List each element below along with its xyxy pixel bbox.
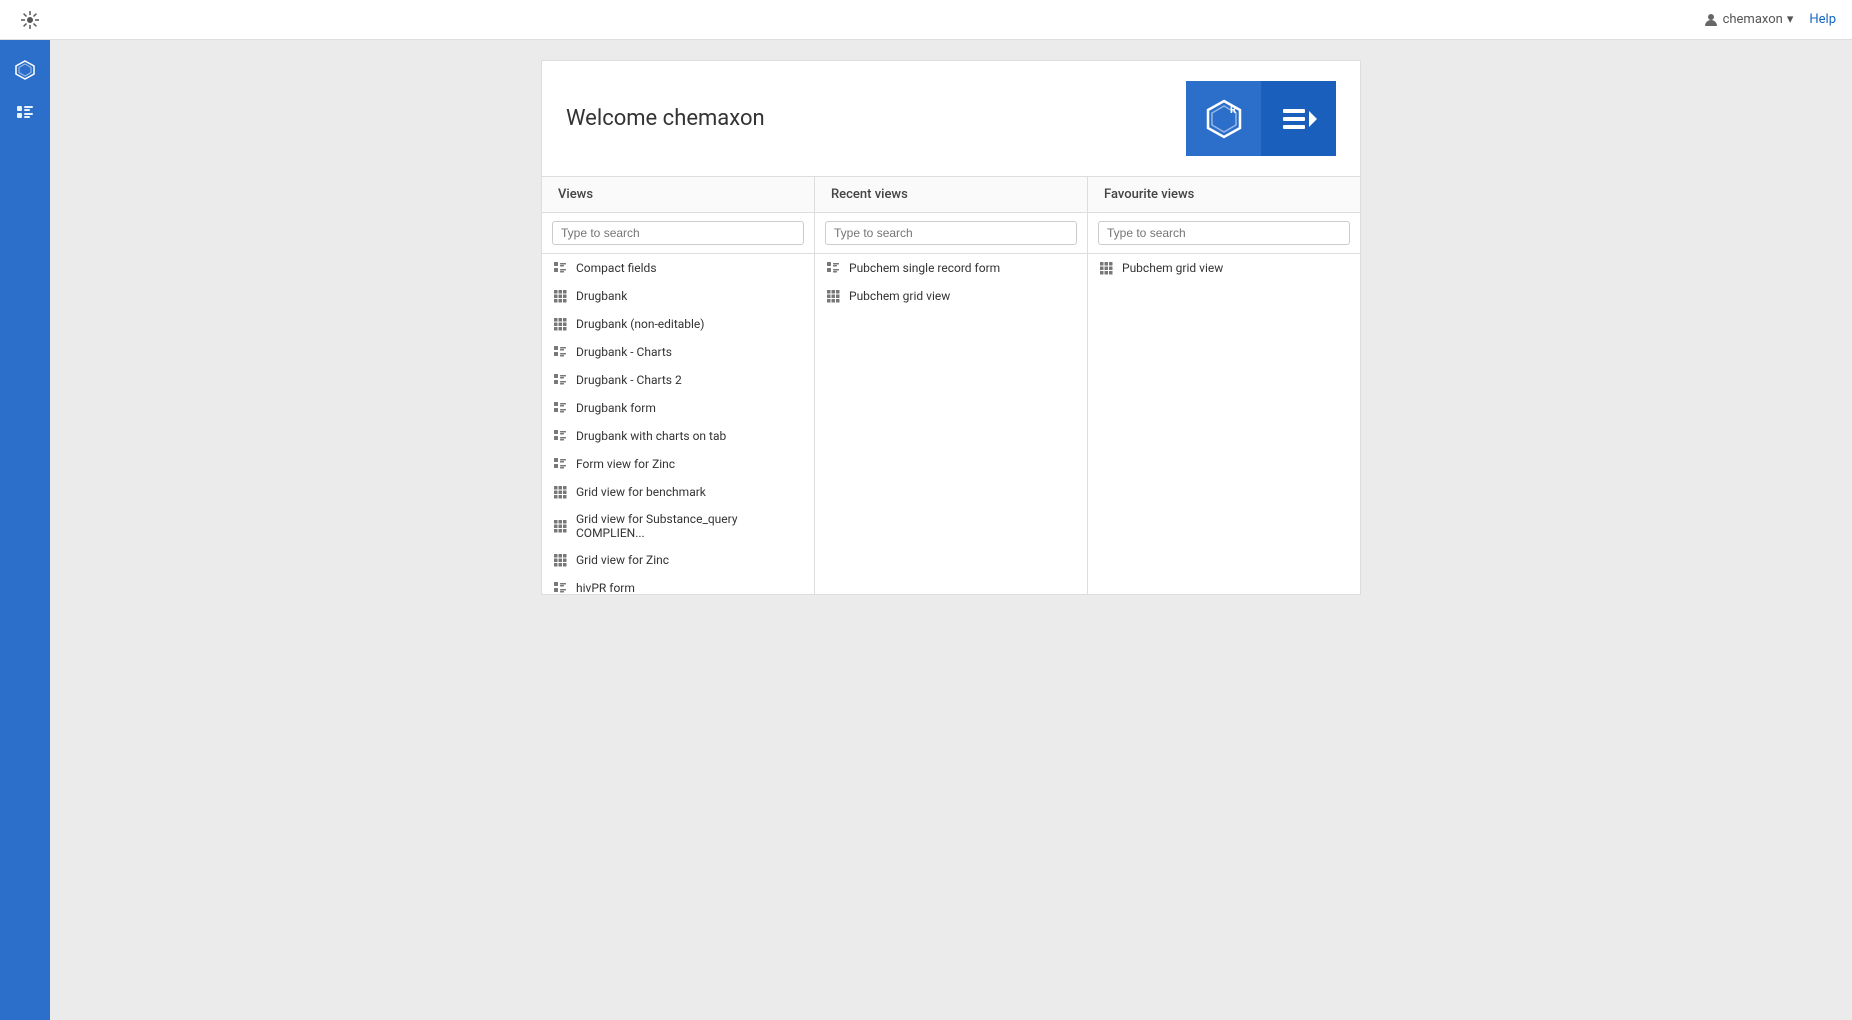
list-item[interactable]: Compact fields [542,254,814,282]
top-navigation: chemaxon ▾ Help [0,0,1852,40]
help-link[interactable]: Help [1809,12,1836,27]
list-item[interactable]: Pubchem grid view [815,282,1087,310]
top-nav-left [16,6,44,34]
view-item-label: Drugbank [576,289,627,303]
grid-view-icon [552,518,568,534]
views-container: Views Compact fields Drugbank Drugbank (no… [542,177,1360,594]
view-item-label: Grid view for Substance_query COMPLIEN..… [576,512,804,540]
view-item-label: Drugbank - Charts 2 [576,373,682,387]
username-label: chemaxon [1723,12,1783,27]
view-item-label: Drugbank form [576,401,656,415]
content-area: Welcome chemaxon R [50,40,1852,1020]
views-list[interactable]: Compact fields Drugbank Drugbank (non-edit… [542,254,814,594]
grid-view-icon [1098,260,1114,276]
main-layout: Welcome chemaxon R [0,40,1852,1020]
welcome-panel: Welcome chemaxon R [541,60,1361,595]
list-item[interactable]: Grid view for benchmark [542,478,814,506]
view-item-label: Drugbank (non-editable) [576,317,704,331]
list-item[interactable]: Drugbank form [542,394,814,422]
views-column: Views Compact fields Drugbank Drugbank (no… [542,177,815,594]
view-item-label: hivPR form [576,581,635,594]
form-view-icon [552,344,568,360]
views-search-container [542,213,814,254]
header-icon-arrow[interactable] [1261,81,1336,156]
recent-views-column: Recent views Pubchem single record formP… [815,177,1088,594]
views-column-header: Views [542,177,814,213]
view-item-label: Drugbank with charts on tab [576,429,726,443]
view-item-label: Pubchem single record form [849,261,1000,275]
list-item[interactable]: Drugbank - Charts 2 [542,366,814,394]
grid-view-icon [825,288,841,304]
welcome-title: Welcome chemaxon [566,106,765,131]
sidebar [0,40,50,1020]
top-nav-right: chemaxon ▾ Help [1703,12,1836,28]
favourite-search-container [1088,213,1360,254]
list-item[interactable]: Pubchem single record form [815,254,1087,282]
view-item-label: Grid view for Zinc [576,553,669,567]
grid-view-icon [552,288,568,304]
form-view-icon [552,260,568,276]
form-view-icon [552,372,568,388]
view-item-label: Form view for Zinc [576,457,675,471]
favourite-views-column-header: Favourite views [1088,177,1360,213]
sidebar-item-views[interactable] [5,94,45,134]
list-item[interactable]: Grid view for Zinc [542,546,814,574]
header-icons: R [1186,81,1336,156]
list-item[interactable]: Drugbank (non-editable) [542,310,814,338]
view-item-label: Grid view for benchmark [576,485,706,499]
view-item-label: Pubchem grid view [1122,261,1223,275]
list-item[interactable]: Drugbank with charts on tab [542,422,814,450]
list-item[interactable]: Drugbank [542,282,814,310]
recent-search-container [815,213,1087,254]
view-item-label: Drugbank - Charts [576,345,672,359]
views-search-input[interactable] [552,221,804,245]
form-view-icon [825,260,841,276]
svg-text:R: R [1230,105,1237,116]
grid-view-icon [552,484,568,500]
form-view-icon [552,428,568,444]
grid-view-icon [552,316,568,332]
list-item[interactable]: Form view for Zinc [542,450,814,478]
sidebar-item-logo[interactable] [5,50,45,90]
favourite-search-input[interactable] [1098,221,1350,245]
user-menu[interactable]: chemaxon ▾ [1703,12,1794,28]
header-icon-registry[interactable]: R [1186,81,1261,156]
favourite-views-list[interactable]: Pubchem grid view [1088,254,1360,594]
list-item[interactable]: hivPR form [542,574,814,594]
form-view-icon [552,580,568,594]
view-item-label: Pubchem grid view [849,289,950,303]
recent-search-input[interactable] [825,221,1077,245]
recent-views-list[interactable]: Pubchem single record form Pubchem grid v… [815,254,1087,594]
list-item[interactable]: Grid view for Substance_query COMPLIEN..… [542,506,814,546]
form-view-icon [552,456,568,472]
list-item[interactable]: Pubchem grid view [1088,254,1360,282]
app-logo[interactable] [16,6,44,34]
form-view-icon [552,400,568,416]
view-item-label: Compact fields [576,261,657,275]
grid-view-icon [552,552,568,568]
list-item[interactable]: Drugbank - Charts [542,338,814,366]
favourite-views-column: Favourite views Pubchem grid view [1088,177,1360,594]
recent-views-column-header: Recent views [815,177,1087,213]
dropdown-arrow: ▾ [1787,12,1794,27]
welcome-header: Welcome chemaxon R [542,61,1360,177]
